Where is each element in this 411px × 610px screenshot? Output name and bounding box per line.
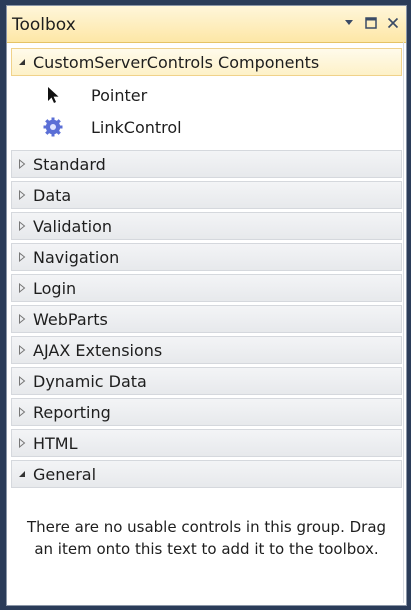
dropdown-icon[interactable] (341, 15, 357, 31)
empty-group-message[interactable]: There are no usable controls in this gro… (23, 516, 390, 560)
group-header-label: Standard (33, 154, 106, 174)
collapsed-arrow-icon (14, 156, 30, 172)
titlebar-buttons (341, 15, 401, 33)
collapsed-arrow-icon (14, 249, 30, 265)
toolbox-item-pointer[interactable]: Pointer (11, 80, 402, 110)
collapsed-arrow-icon (14, 342, 30, 358)
expanded-arrow-icon (14, 466, 30, 482)
toolbox-window: Toolbox CustomServerControls Components … (6, 5, 407, 606)
group-header-label: Navigation (33, 247, 120, 267)
group-header-customservercontrols[interactable]: CustomServerControls Components (11, 48, 402, 76)
group-header-label: AJAX Extensions (33, 340, 163, 360)
group-header-reporting[interactable]: Reporting (11, 398, 402, 426)
gear-icon (43, 117, 63, 137)
group-header-ajax-extensions[interactable]: AJAX Extensions (11, 336, 402, 364)
group-header-webparts[interactable]: WebParts (11, 305, 402, 333)
toolbox-item-linkcontrol[interactable]: LinkControl (11, 112, 402, 142)
group-header-validation[interactable]: Validation (11, 212, 402, 240)
group-header-label: Dynamic Data (33, 371, 147, 391)
toolbox-title: Toolbox (12, 15, 76, 35)
group-header-label: HTML (33, 433, 78, 453)
collapsed-arrow-icon (14, 373, 30, 389)
toolbox-item-label: LinkControl (91, 117, 182, 137)
maximize-icon[interactable] (363, 15, 379, 31)
panel-edge (403, 42, 404, 603)
collapsed-arrow-icon (14, 218, 30, 234)
collapsed-arrow-icon (14, 187, 30, 203)
close-icon[interactable] (385, 15, 401, 31)
group-header-label: Validation (33, 216, 113, 236)
toolbox-item-label: Pointer (91, 85, 148, 105)
group-header-label: General (33, 464, 97, 484)
group-header-label: WebParts (33, 309, 108, 329)
group-header-navigation[interactable]: Navigation (11, 243, 402, 271)
expanded-arrow-icon (14, 54, 30, 70)
collapsed-arrow-icon (14, 435, 30, 451)
collapsed-arrow-icon (14, 404, 30, 420)
group-header-data[interactable]: Data (11, 181, 402, 209)
group-header-general[interactable]: General (11, 460, 402, 488)
group-header-dynamic-data[interactable]: Dynamic Data (11, 367, 402, 395)
group-header-login[interactable]: Login (11, 274, 402, 302)
group-header-label: Reporting (33, 402, 111, 422)
pointer-icon (43, 85, 63, 105)
group-header-html[interactable]: HTML (11, 429, 402, 457)
toolbox-titlebar[interactable]: Toolbox (7, 6, 406, 43)
group-header-standard[interactable]: Standard (11, 150, 402, 178)
group-header-label: CustomServerControls Components (33, 52, 320, 72)
collapsed-arrow-icon (14, 280, 30, 296)
group-header-label: Data (33, 185, 72, 205)
group-header-label: Login (33, 278, 77, 298)
collapsed-arrow-icon (14, 311, 30, 327)
